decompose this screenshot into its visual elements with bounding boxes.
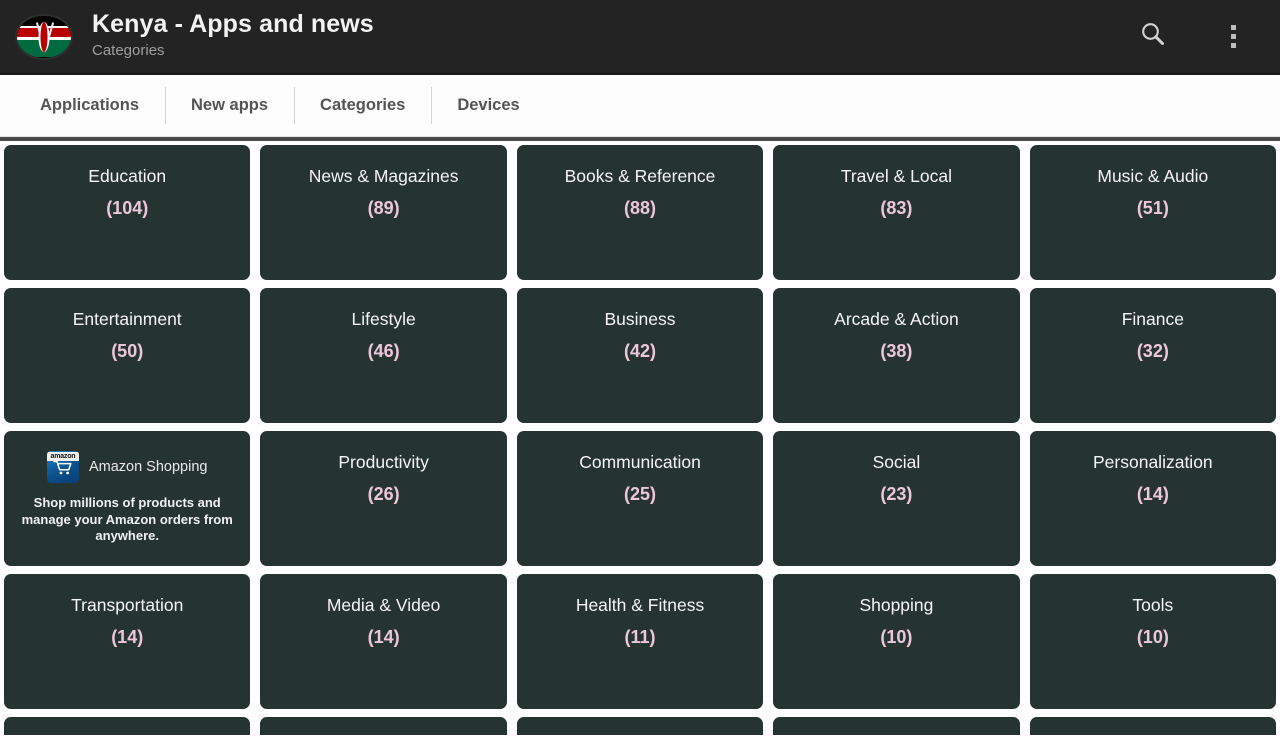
category-name: Health & Fitness xyxy=(575,595,705,615)
category-name: Lifestyle xyxy=(351,309,416,329)
category-tile[interactable] xyxy=(1029,717,1277,735)
page-title: Kenya - Apps and news xyxy=(92,9,374,38)
category-count: (89) xyxy=(367,198,400,219)
amazon-shopping-app-icon: amazon xyxy=(46,451,79,483)
category-name: Finance xyxy=(1121,309,1184,329)
search-button[interactable] xyxy=(1130,14,1176,60)
category-count: (50) xyxy=(111,341,144,362)
category-count: (23) xyxy=(880,484,913,505)
category-tile[interactable]: Business (42) xyxy=(516,288,764,423)
category-count: (32) xyxy=(1136,341,1169,362)
category-count: (83) xyxy=(880,198,913,219)
category-name: Travel & Local xyxy=(840,166,953,186)
category-tile[interactable]: Productivity (26) xyxy=(260,431,507,566)
category-name: Shopping xyxy=(859,595,934,615)
shopping-cart-icon xyxy=(53,460,73,478)
category-tile[interactable]: Entertainment (50) xyxy=(4,288,251,423)
category-tile[interactable]: Lifestyle (46) xyxy=(260,288,507,423)
category-count: (46) xyxy=(367,341,400,362)
category-name: Media & Video xyxy=(326,595,441,615)
category-tile[interactable]: Communication (25) xyxy=(516,431,764,566)
category-tile[interactable] xyxy=(260,717,507,735)
category-count: (11) xyxy=(624,627,656,648)
category-count: (42) xyxy=(624,341,657,362)
category-count: (51) xyxy=(1136,198,1169,219)
page-subtitle: Categories xyxy=(92,42,165,59)
category-count: (14) xyxy=(111,627,144,648)
grid-row: amazon Amazon Shopping Shop millions of … xyxy=(4,431,1277,566)
category-name: Education xyxy=(88,166,167,186)
overflow-menu-icon xyxy=(1230,25,1236,48)
header-titles: Kenya - Apps and news Categories xyxy=(92,9,1130,63)
kenya-flag-icon xyxy=(16,9,72,65)
app-header: Kenya - Apps and news Categories xyxy=(0,0,1280,75)
category-tile[interactable]: Social (23) xyxy=(773,431,1020,566)
category-tile[interactable]: Personalization (14) xyxy=(1029,431,1277,566)
tab-applications[interactable]: Applications xyxy=(14,75,165,136)
category-name: Transportation xyxy=(71,595,184,615)
header-actions xyxy=(1130,14,1256,60)
grid-row: Education (104) News & Magazines (89) Bo… xyxy=(4,145,1277,280)
overflow-menu-button[interactable] xyxy=(1210,14,1256,60)
tab-label: New apps xyxy=(191,96,269,114)
category-tile[interactable]: Education (104) xyxy=(4,145,251,280)
category-tile[interactable] xyxy=(4,717,251,735)
tab-label: Categories xyxy=(320,96,406,114)
category-tile[interactable] xyxy=(516,717,764,735)
ad-description: Shop millions of products and manage you… xyxy=(21,495,233,544)
category-count: (26) xyxy=(367,484,400,505)
category-count: (38) xyxy=(880,341,913,362)
category-tile[interactable]: Health & Fitness (11) xyxy=(516,574,764,709)
category-name: Productivity xyxy=(338,452,429,472)
category-tile[interactable]: News & Magazines (89) xyxy=(260,145,507,280)
category-tile[interactable]: Media & Video (14) xyxy=(260,574,507,709)
tab-bar: Applications New apps Categories Devices xyxy=(0,75,1280,137)
category-tile[interactable]: Shopping (10) xyxy=(773,574,1020,709)
category-tile[interactable]: Travel & Local (83) xyxy=(773,145,1020,280)
category-count: (88) xyxy=(624,198,657,219)
category-count: (104) xyxy=(106,198,149,219)
tab-new-apps[interactable]: New apps xyxy=(165,75,294,136)
ad-app-name: Amazon Shopping xyxy=(88,459,208,475)
category-tile[interactable]: Transportation (14) xyxy=(4,574,251,709)
grid-row: Entertainment (50) Lifestyle (46) Busine… xyxy=(4,288,1277,423)
category-name: Communication xyxy=(579,452,701,472)
tab-devices[interactable]: Devices xyxy=(431,75,545,136)
category-count: (14) xyxy=(1136,484,1169,505)
app-root: Kenya - Apps and news Categories Applica… xyxy=(0,0,1280,736)
search-icon xyxy=(1138,19,1168,54)
category-name: Entertainment xyxy=(72,309,182,329)
category-tile[interactable]: Finance (32) xyxy=(1029,288,1277,423)
grid-row xyxy=(4,717,1277,735)
category-tile[interactable]: Tools (10) xyxy=(1029,574,1277,709)
grid-row: Transportation (14) Media & Video (14) H… xyxy=(4,574,1277,709)
category-name: Business xyxy=(604,309,676,329)
category-name: Music & Audio xyxy=(1097,166,1209,186)
category-name: Tools xyxy=(1132,595,1174,615)
category-tile[interactable]: Music & Audio (51) xyxy=(1029,145,1277,280)
category-tile[interactable] xyxy=(773,717,1020,735)
category-tile[interactable]: Books & Reference (88) xyxy=(516,145,764,280)
category-name: Books & Reference xyxy=(564,166,716,186)
category-count: (14) xyxy=(367,627,400,648)
category-tile[interactable]: Arcade & Action (38) xyxy=(773,288,1020,423)
category-name: Personalization xyxy=(1093,452,1213,472)
category-count: (10) xyxy=(880,627,913,648)
tab-label: Applications xyxy=(40,96,140,114)
category-count: (25) xyxy=(624,484,657,505)
category-count: (10) xyxy=(1136,627,1169,648)
tab-categories[interactable]: Categories xyxy=(294,75,431,136)
ad-header: amazon Amazon Shopping xyxy=(46,451,208,483)
category-name: Social xyxy=(872,452,921,472)
category-name: News & Magazines xyxy=(308,166,459,186)
advertisement-tile[interactable]: amazon Amazon Shopping Shop millions of … xyxy=(4,431,251,566)
category-grid: Education (104) News & Magazines (89) Bo… xyxy=(0,141,1280,735)
category-name: Arcade & Action xyxy=(834,309,959,329)
tab-label: Devices xyxy=(457,96,520,114)
